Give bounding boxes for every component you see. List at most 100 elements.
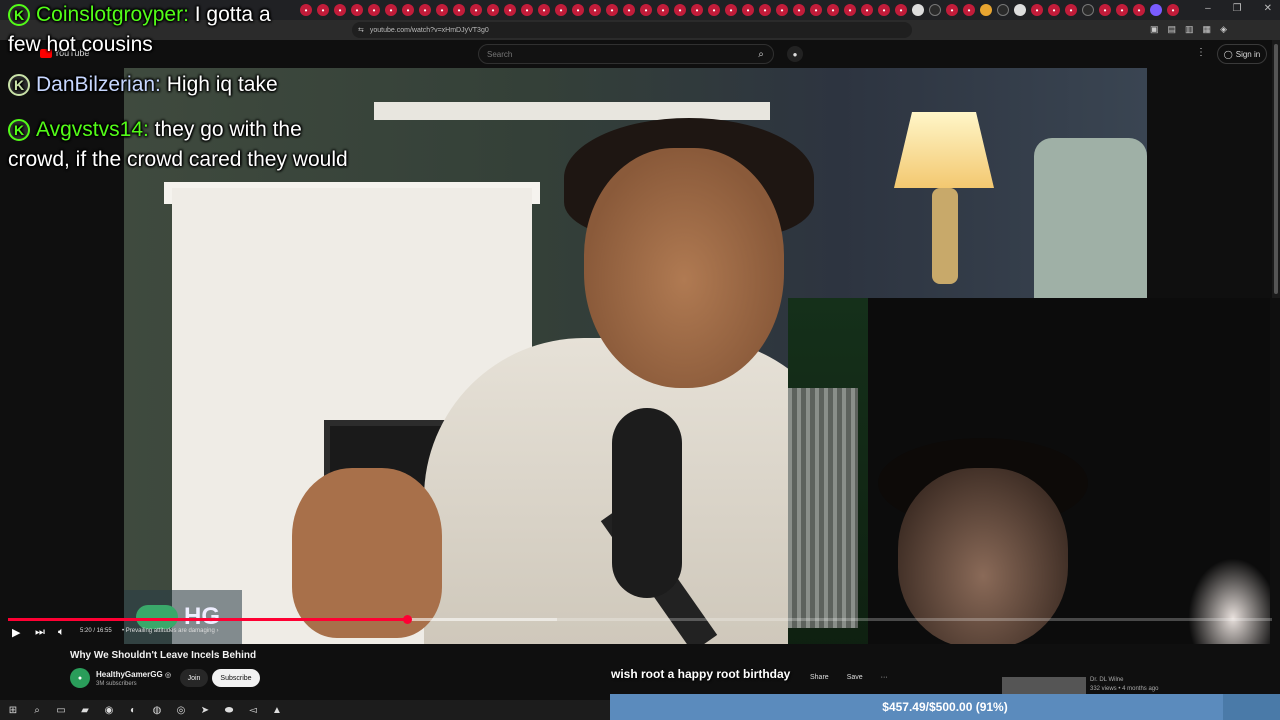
minimize-button[interactable]: – [1205,3,1211,14]
browser-tab-favicon-icon[interactable]: • [1065,4,1077,16]
task-view-icon[interactable]: ▭ [54,703,68,717]
volume-icon[interactable]: 🔈︎ [58,626,65,639]
player-controls: ▶ ⏭ 🔈︎ 5:20 / 16:55 • Prevailing attitud… [0,622,788,642]
streamer-webcam [788,298,1270,678]
browser-tab-favicon-icon[interactable]: • [725,4,737,16]
browser-tab-favicon-icon[interactable]: • [419,4,431,16]
browser-tab-favicon-icon[interactable]: • [572,4,584,16]
browser-tab-favicon-icon[interactable]: • [385,4,397,16]
scrollbar-thumb[interactable] [1274,44,1278,294]
browser-tab-favicon-icon[interactable]: • [351,4,363,16]
browser-tab-favicon-icon[interactable]: • [487,4,499,16]
browser-tab-favicon-icon[interactable]: • [1031,4,1043,16]
browser-tab-favicon-icon[interactable]: • [742,4,754,16]
browser-tab-favicon-icon[interactable]: • [334,4,346,16]
browser-tab-favicon-icon[interactable]: • [555,4,567,16]
save-button[interactable]: Save [847,674,863,681]
video-progress-bar[interactable] [8,615,1272,624]
browser-tab-favicon-icon[interactable]: • [946,4,958,16]
video-person-hand [292,468,442,638]
obs-icon[interactable]: ◉ [102,703,116,717]
browser-tab-favicon-icon[interactable]: • [606,4,618,16]
browser-tab-favicon-icon[interactable]: • [878,4,890,16]
search-icon[interactable]: ⌕ [30,703,44,717]
browser-tab-favicon-icon[interactable] [997,4,1009,16]
browser-tab-favicon-icon[interactable]: • [402,4,414,16]
browser-tab-favicon-icon[interactable]: • [827,4,839,16]
browser-tab-favicon-icon[interactable]: • [436,4,448,16]
site-info-icon[interactable]: ⇆ [358,26,364,34]
more-options-icon[interactable]: ⋮ [1196,47,1206,58]
volume-icon[interactable]: ◅ [246,703,260,717]
telegram-icon[interactable]: ➤ [198,703,212,717]
extension-icon[interactable]: ▤ [1168,24,1177,35]
browser-tab-favicon-icon[interactable] [1150,4,1162,16]
browser-tab-favicon-icon[interactable] [1014,4,1026,16]
browser-tab-favicon-icon[interactable]: • [895,4,907,16]
discord-icon[interactable]: ◐ [126,703,140,717]
voice-search-button[interactable]: ● [787,46,803,62]
browser-tab-favicon-icon[interactable]: • [1116,4,1128,16]
browser-tab-favicon-icon[interactable]: • [1048,4,1060,16]
extension-icon[interactable]: ▥ [1185,24,1194,35]
recommended-meta[interactable]: Dr. DL Wilne 332 views • 4 months ago [1090,676,1158,694]
browser-tab-favicon-icon[interactable]: • [623,4,635,16]
more-actions-button[interactable]: ··· [881,674,888,681]
channel-name[interactable]: HealthyGamerGG ◎ [96,670,171,679]
search-button[interactable]: ⌕ [746,44,776,64]
browser-tab-favicon-icon[interactable]: • [810,4,822,16]
browser-tab-favicon-icon[interactable]: • [504,4,516,16]
windows-icon[interactable]: ⊞ [6,703,20,717]
browser-tab-favicon-icon[interactable]: • [538,4,550,16]
browser-tab-favicon-icon[interactable] [912,4,924,16]
browser-tab-favicon-icon[interactable]: • [793,4,805,16]
address-bar[interactable]: ⇆ youtube.com/watch?v=xHmDJyVT3g0 [352,22,912,38]
chrome-icon[interactable]: ◎ [174,703,188,717]
brave-icon[interactable]: ▲ [270,703,284,717]
browser-tab-favicon-icon[interactable]: • [691,4,703,16]
next-icon[interactable]: ⏭ [35,626,45,639]
close-button[interactable]: ✕ [1264,3,1272,14]
browser-tab-favicon-icon[interactable] [929,4,941,16]
browser-tab-favicon-icon[interactable]: • [317,4,329,16]
browser-tab-favicon-icon[interactable]: • [1133,4,1145,16]
browser-tab-favicon-icon[interactable]: • [776,4,788,16]
url-text: youtube.com/watch?v=xHmDJyVT3g0 [369,26,489,34]
browser-tab-favicon-icon[interactable]: • [368,4,380,16]
browser-tab-favicon-icon[interactable]: • [1099,4,1111,16]
search-input[interactable]: Search [478,44,774,64]
browser-tab-favicon-icon[interactable]: • [1167,4,1179,16]
maximize-button[interactable]: ❐ [1233,3,1242,14]
progress-played [8,618,408,621]
play-icon[interactable]: ▶ [12,626,20,639]
subscribe-button[interactable]: Subscribe [212,669,260,687]
browser-tab-favicon-icon[interactable]: • [453,4,465,16]
extension-icon[interactable]: ▣ [1150,24,1159,35]
browser-tab-favicon-icon[interactable]: • [861,4,873,16]
join-button[interactable]: Join [180,669,208,687]
browser-tab-favicon-icon[interactable] [980,4,992,16]
browser-tab-favicon-icon[interactable]: • [589,4,601,16]
browser-tab-favicon-icon[interactable]: • [521,4,533,16]
donation-goal-text: $457.49/$500.00 (91%) [882,700,1008,714]
browser-tab-favicon-icon[interactable]: • [963,4,975,16]
chapter-title[interactable]: • Prevailing attitudes are damaging › [122,628,219,634]
channel-avatar[interactable]: ● [70,668,90,688]
browser-tab-favicon-icon[interactable]: • [657,4,669,16]
steam-icon[interactable]: ◍ [150,703,164,717]
browser-tab-favicon-icon[interactable]: • [640,4,652,16]
browser-tab-favicon-icon[interactable]: • [844,4,856,16]
browser-tab-favicon-icon[interactable] [1082,4,1094,16]
browser-tab-favicon-icon[interactable]: • [708,4,720,16]
extension-icon[interactable]: ▦ [1203,24,1212,35]
browser-tab-favicon-icon[interactable]: • [470,4,482,16]
recommended-thumbnail[interactable] [1002,677,1086,695]
file-explorer-icon[interactable]: ▰ [78,703,92,717]
browser-tab-favicon-icon[interactable]: • [759,4,771,16]
vpn-icon[interactable]: ⬬ [222,703,236,717]
extension-icon[interactable]: ◈ [1220,24,1227,35]
sign-in-button[interactable]: ◯ Sign in [1217,44,1267,64]
donation-goal-bar: $457.49/$500.00 (91%) [610,694,1280,720]
browser-tab-favicon-icon[interactable]: • [674,4,686,16]
share-button[interactable]: Share [810,674,829,681]
